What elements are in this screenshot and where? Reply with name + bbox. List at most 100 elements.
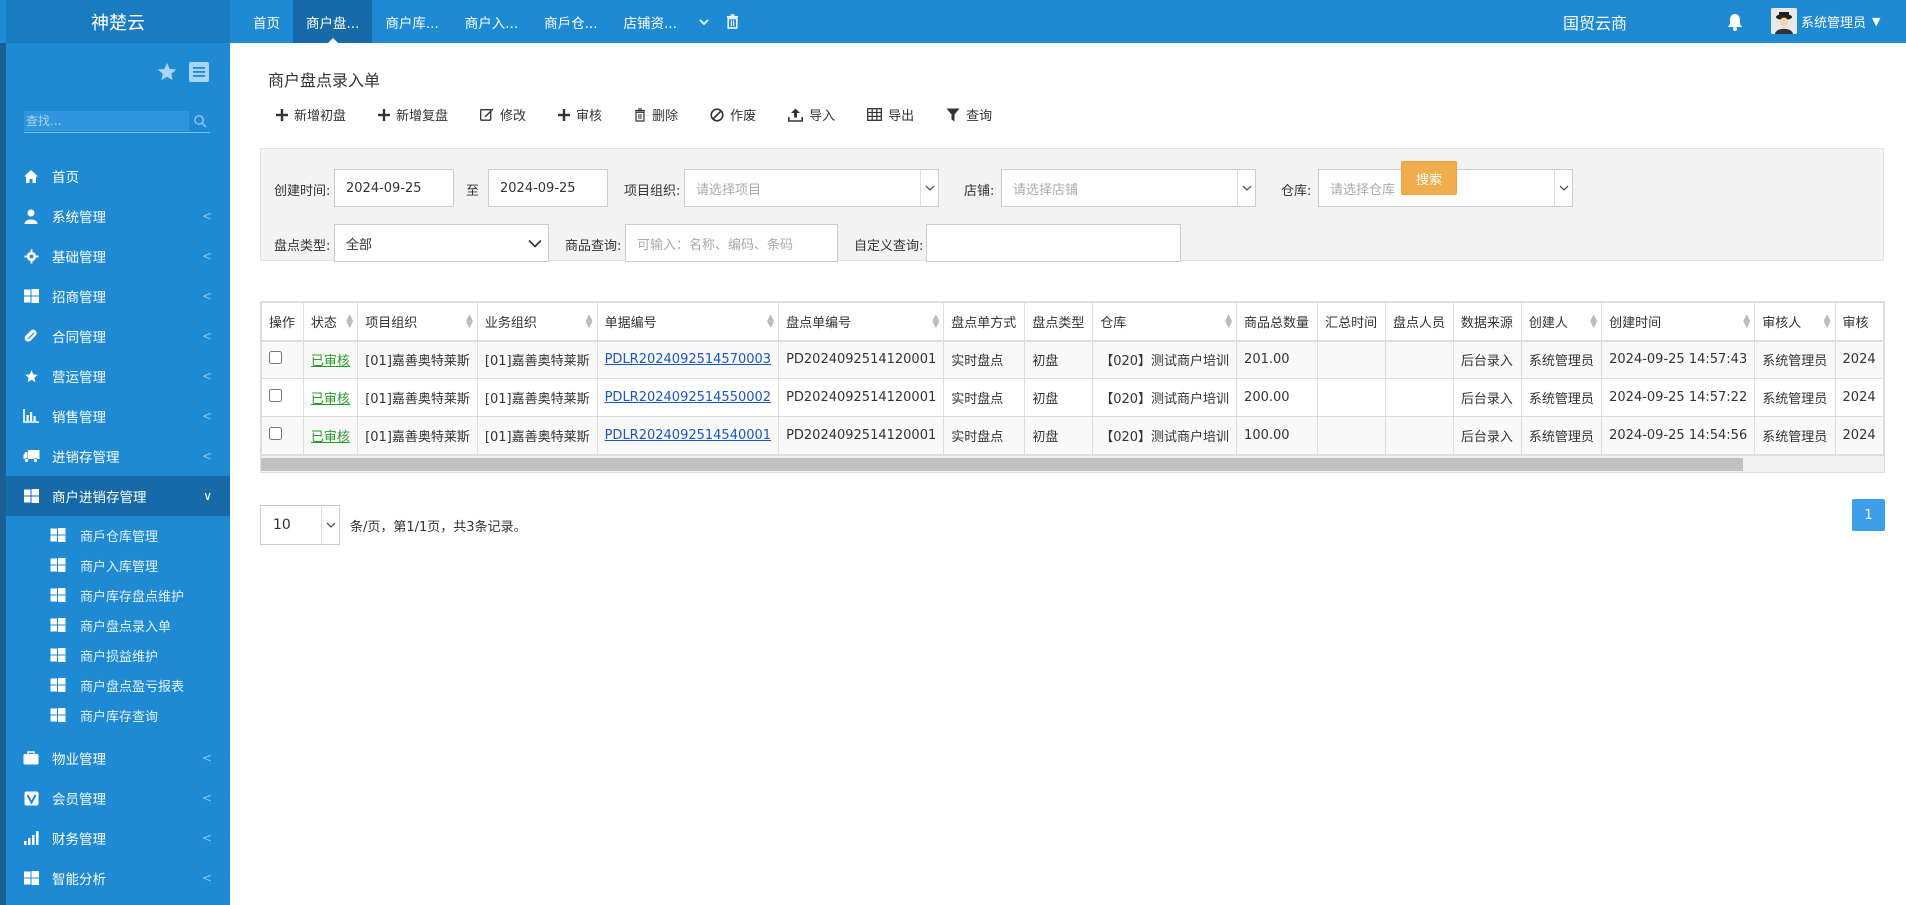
col-header: 数据来源 (1452, 302, 1522, 342)
col-header[interactable]: 盘点单编号 ▲ ▼ (778, 302, 945, 342)
sidebar-item-contract[interactable]: 合同管理 < (6, 316, 230, 356)
goods-query-input[interactable]: 可输入：名称、编码、条码 (625, 224, 838, 262)
col-header[interactable]: 项目组织 ▲ ▼ (357, 302, 478, 342)
count-type-select[interactable]: 全部 (334, 224, 549, 262)
custom-query-input[interactable] (926, 224, 1181, 262)
row-checkbox[interactable] (269, 351, 282, 365)
delete-button[interactable]: 删除 (634, 105, 678, 124)
user-menu[interactable]: 系统管理员 ▼ (1771, 8, 1880, 34)
tab-shop-info[interactable]: 店铺资... (611, 0, 690, 43)
sidebar-item-finance[interactable]: 财务管理 < (6, 818, 230, 858)
sidebar-search-input[interactable] (24, 110, 189, 131)
status-link[interactable]: 已审核 (302, 416, 359, 455)
search-icon[interactable] (193, 114, 207, 128)
sidebar-subitem-stock-query[interactable]: 商户库存查询 (6, 700, 230, 730)
sidebar-item-member[interactable]: 会员管理 < (6, 778, 230, 818)
date-from-input[interactable]: 2024-09-25 (334, 169, 454, 207)
sidebar-item-property[interactable]: 物业管理 < (6, 738, 230, 778)
page-size-select[interactable]: 10 (260, 505, 340, 545)
status-link[interactable]: 已审核 (302, 340, 359, 379)
sidebar-item-label: 合同管理 (52, 330, 106, 346)
star-icon[interactable] (156, 61, 178, 83)
row-checkbox[interactable] (269, 427, 282, 440)
table-row[interactable]: 已审核 [01]嘉善奥特莱斯 [01]嘉善奥特莱斯 PDLR2024092514… (261, 340, 1884, 379)
sidebar-item-merchant-inventory[interactable]: 商户进销存管理 ∨ (6, 476, 230, 516)
close-tabs-button[interactable] (718, 0, 747, 43)
chart-icon (23, 409, 39, 423)
edit-button[interactable]: 修改 (480, 105, 526, 124)
table-cell: 系统管理员 (1520, 416, 1603, 455)
results-table-wrapper: 操作 状态 ▲ ▼ 项目组织 ▲ ▼ 业务组织 ▲ ▼ 单据编号 ▲ ▼ 盘点单编号 ▲ ▼ 盘点单… (260, 301, 1885, 473)
sidebar-subitem-stocktake-maintain[interactable]: 商户库存盘点维护 (6, 580, 230, 610)
add-recount-button[interactable]: 新增复盘 (378, 105, 448, 124)
sort-icon: ▲ ▼ (1743, 313, 1751, 330)
col-header[interactable]: 业务组织 ▲ ▼ (476, 302, 598, 342)
table-cell: 【020】测试商户培训 (1092, 416, 1238, 455)
horizontal-scrollbar[interactable] (261, 455, 1884, 472)
sidebar-subitem-stocktake-entry[interactable]: 商户盘点录入单 (6, 610, 230, 640)
user-name: 系统管理员 (1801, 15, 1867, 31)
sidebar-item-inventory[interactable]: 进销存管理 < (6, 436, 230, 476)
doc-number-link[interactable]: PDLR2024092514550002 (596, 378, 780, 417)
pagination-info: 条/页，第1/1页，共3条记录。 (350, 519, 527, 535)
sidebar-subitem-profit-loss[interactable]: 商户损益维护 (6, 640, 230, 670)
doc-number-link[interactable]: PDLR2024092514540001 (596, 416, 780, 455)
pagination: 10 条/页，第1/1页，共3条记录。 (260, 505, 527, 545)
scrollbar-thumb[interactable] (261, 458, 1743, 471)
search-button[interactable]: 搜索 (1401, 161, 1457, 195)
project-select[interactable]: 请选择项目 (684, 169, 939, 207)
col-header[interactable]: 状态 ▲ ▼ (302, 302, 359, 342)
sidebar-tools (156, 61, 210, 83)
sidebar-item-sales[interactable]: 销售管理 < (6, 396, 230, 436)
sidebar-item-label: 商户进销存管理 (52, 490, 147, 506)
sidebar-subitem-warehouse[interactable]: 商戶仓库管理 (6, 520, 230, 550)
table-cell: 2024-09-25 14:57:43 (1601, 340, 1756, 379)
table-cell: 2024-09-25 14:57:22 (1601, 378, 1756, 417)
tab-warehouse[interactable]: 商戶仓... (531, 0, 610, 43)
sidebar-item-label: 物业管理 (52, 752, 106, 768)
doc-number-link[interactable]: PDLR2024092514570003 (596, 340, 780, 379)
col-header[interactable]: 创建时间 ▲ ▼ (1601, 302, 1756, 342)
col-header[interactable]: 仓库 ▲ ▼ (1092, 302, 1238, 342)
sidebar-item-analysis[interactable]: 智能分析 < (6, 858, 230, 898)
sidebar-submenu: 商戶仓库管理 商户入库管理 商户库存盘点维护 商户盘点录入单 商户损益维护 商户… (6, 516, 230, 738)
add-initial-count-button[interactable]: 新增初盘 (276, 105, 346, 124)
sidebar-item-operation[interactable]: 营运管理 < (6, 356, 230, 396)
approve-button[interactable]: 审核 (558, 105, 602, 124)
sidebar-subitem-stocktake-report[interactable]: 商户盘点盈亏报表 (6, 670, 230, 700)
tab-stocktake-entry[interactable]: 商户盘... (293, 0, 373, 44)
status-link[interactable]: 已审核 (302, 378, 359, 417)
table-row[interactable]: 已审核 [01]嘉善奥特莱斯 [01]嘉善奥特莱斯 PDLR2024092514… (261, 378, 1884, 417)
date-to-input[interactable]: 2024-09-25 (488, 169, 608, 207)
col-header[interactable]: 单据编号 ▲ ▼ (596, 302, 780, 342)
chevron-left-icon: < (201, 289, 212, 303)
sidebar-item-basic[interactable]: 基础管理 < (6, 236, 230, 276)
tab-home[interactable]: 首页 (240, 0, 293, 43)
void-button[interactable]: 作废 (710, 105, 756, 124)
chevron-down-icon: ∨ (203, 489, 212, 503)
import-button[interactable]: 导入 (788, 105, 835, 124)
query-button[interactable]: 查询 (946, 105, 992, 124)
tab-inbound[interactable]: 商户入... (452, 0, 531, 43)
sidebar-item-label: 系统管理 (52, 210, 106, 226)
table-cell: 初盘 (1024, 416, 1094, 455)
trash-icon (634, 107, 646, 122)
export-button[interactable]: 导出 (867, 105, 914, 124)
table-cell: 后台录入 (1452, 340, 1522, 379)
page-number-button[interactable]: 1 (1852, 499, 1885, 531)
sidebar-item-investment[interactable]: 招商管理 < (6, 276, 230, 316)
sidebar-item-system[interactable]: 系统管理 < (6, 196, 230, 236)
shop-select[interactable]: 请选择店铺 (1001, 169, 1256, 207)
col-header[interactable]: 创建人 ▲ ▼ (1520, 302, 1603, 342)
tab-stock[interactable]: 商户库... (372, 0, 451, 43)
row-checkbox[interactable] (269, 389, 282, 402)
bell-icon[interactable] (1725, 12, 1745, 32)
table-row[interactable]: 已审核 [01]嘉善奥特莱斯 [01]嘉善奥特莱斯 PDLR2024092514… (261, 416, 1884, 455)
table-cell: 实时盘点 (943, 416, 1026, 455)
list-icon[interactable] (188, 61, 210, 83)
sidebar-subitem-inbound[interactable]: 商户入库管理 (6, 550, 230, 580)
sidebar-item-home[interactable]: 首页 (6, 156, 230, 196)
col-header[interactable]: 审核人 ▲ ▼ (1754, 302, 1836, 342)
windows-icon (50, 708, 66, 722)
more-tabs-button[interactable] (690, 0, 718, 43)
